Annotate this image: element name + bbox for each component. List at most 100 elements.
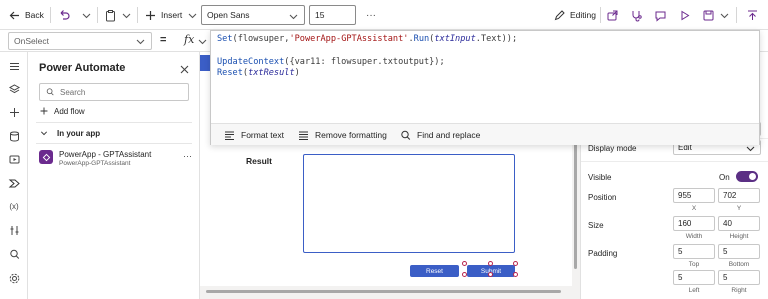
horizontal-scrollbar[interactable] — [206, 290, 561, 293]
property-select[interactable]: OnSelect — [8, 32, 152, 50]
code-line: Reset(txtResult) — [217, 68, 752, 79]
toolbar-divider — [600, 7, 601, 23]
play-icon — [681, 10, 690, 20]
code-token: txtResult — [248, 68, 295, 79]
height-input[interactable]: 40 — [718, 216, 760, 231]
flow-search-input[interactable]: Search — [39, 83, 189, 101]
code-token: (flowsuper, — [232, 34, 290, 44]
stethoscope-icon — [632, 10, 642, 21]
padding-top-input[interactable]: 5 — [673, 244, 715, 259]
search-icon — [46, 88, 54, 96]
padding-right-value: 5 — [723, 273, 728, 282]
close-panel-button[interactable] — [178, 63, 191, 78]
save-button[interactable] — [702, 0, 715, 30]
editing-button[interactable]: Editing — [553, 0, 596, 30]
flow-name: PowerApp - GPTAssistant — [59, 150, 152, 159]
formula-code[interactable]: Set(flowsuper,'PowerApp-GPTAssistant'.Ru… — [217, 34, 752, 80]
undo-button[interactable] — [58, 0, 71, 30]
clipboard-icon — [106, 9, 115, 21]
power-automate-button[interactable] — [7, 176, 21, 190]
result-text-box[interactable] — [303, 154, 515, 253]
panel-title: Power Automate — [39, 62, 126, 74]
plus-icon — [40, 107, 48, 115]
search-placeholder: Search — [60, 87, 86, 97]
toolbar-divider — [736, 7, 737, 23]
property-value: OnSelect — [14, 36, 49, 46]
width-value: 160 — [678, 219, 692, 228]
paste-dropdown[interactable] — [120, 0, 133, 30]
resize-handle[interactable] — [488, 261, 493, 266]
tree-view-button[interactable] — [7, 82, 21, 96]
insert-button[interactable]: Insert — [144, 0, 182, 30]
preview-button[interactable] — [678, 0, 691, 30]
insert-dropdown[interactable] — [186, 0, 199, 30]
paste-button[interactable] — [104, 0, 117, 30]
more-options-button[interactable]: ··· — [366, 0, 376, 30]
code-token: Run — [413, 34, 430, 44]
comments-button[interactable] — [654, 0, 667, 30]
padding-left-value: 5 — [678, 273, 683, 282]
display-mode-label: Display mode — [588, 144, 637, 153]
variables-button[interactable]: (x) — [7, 199, 21, 213]
font-size-input[interactable]: 15 — [309, 5, 356, 25]
menu-button[interactable] — [7, 59, 21, 73]
database-icon — [9, 131, 19, 142]
padding-bottom-input[interactable]: 5 — [718, 244, 760, 259]
resize-handle[interactable] — [488, 272, 493, 277]
format-text-label: Format text — [241, 130, 284, 140]
app-checker-button[interactable] — [630, 0, 643, 30]
flow-subtitle: PowerApp-GPTAssistant — [59, 160, 131, 167]
find-replace-button[interactable]: Find and replace — [399, 124, 480, 146]
flow-more-button[interactable]: ··· — [183, 151, 192, 161]
position-y-value: 702 — [723, 191, 737, 200]
padding-left-input[interactable]: 5 — [673, 270, 715, 285]
padding-bottom-value: 5 — [723, 247, 728, 256]
data-button[interactable] — [7, 129, 21, 143]
resize-handle[interactable] — [513, 272, 518, 277]
flow-list-item[interactable]: PowerApp - GPTAssistant PowerApp-GPTAssi… — [39, 150, 151, 167]
left-caption: Left — [688, 287, 700, 294]
share-button[interactable] — [606, 0, 619, 30]
width-input[interactable]: 160 — [673, 216, 715, 231]
resize-handle[interactable] — [513, 261, 518, 266]
gear-icon — [9, 273, 19, 283]
save-dropdown[interactable] — [718, 0, 731, 30]
code-token: Set — [217, 34, 233, 44]
formula-editor[interactable]: Set(flowsuper,'PowerApp-GPTAssistant'.Ru… — [210, 30, 760, 145]
remove-formatting-icon — [299, 131, 308, 140]
divider — [36, 143, 192, 144]
visible-value: On — [719, 173, 730, 182]
advanced-tools-button[interactable] — [7, 223, 21, 237]
media-button[interactable] — [7, 152, 21, 166]
insert-rail-button[interactable] — [7, 105, 21, 119]
insert-label: Insert — [161, 10, 183, 20]
back-button[interactable]: Back — [8, 0, 44, 30]
publish-button[interactable] — [746, 0, 759, 30]
chevron-down-icon[interactable] — [196, 35, 209, 48]
fx-button[interactable]: fx — [184, 33, 194, 46]
search-rail-button[interactable] — [7, 247, 21, 261]
back-label: Back — [25, 10, 44, 20]
position-x-input[interactable]: 955 — [673, 188, 715, 203]
undo-dropdown[interactable] — [80, 0, 93, 30]
padding-label: Padding — [588, 249, 618, 258]
font-family-select[interactable]: Open Sans — [201, 5, 305, 25]
padding-right-input[interactable]: 5 — [718, 270, 760, 285]
position-y-input[interactable]: 702 — [718, 188, 760, 203]
remove-formatting-button[interactable]: Remove formatting — [297, 124, 387, 146]
visible-toggle[interactable] — [736, 171, 758, 182]
resize-handle[interactable] — [462, 261, 467, 266]
reset-button[interactable]: Reset — [410, 265, 459, 277]
close-icon — [180, 65, 189, 74]
height-value: 40 — [723, 219, 732, 228]
toolbar-divider — [137, 7, 138, 23]
settings-button[interactable] — [7, 271, 21, 285]
in-your-app-section[interactable]: In your app — [39, 128, 100, 138]
add-flow-button[interactable]: Add flow — [39, 106, 85, 116]
resize-handle[interactable] — [462, 272, 467, 277]
format-text-button[interactable]: Format text — [223, 124, 284, 146]
chevron-down-icon — [720, 13, 729, 18]
editing-label: Editing — [570, 10, 596, 20]
plus-icon — [9, 107, 19, 117]
font-size-value: 15 — [315, 10, 325, 20]
